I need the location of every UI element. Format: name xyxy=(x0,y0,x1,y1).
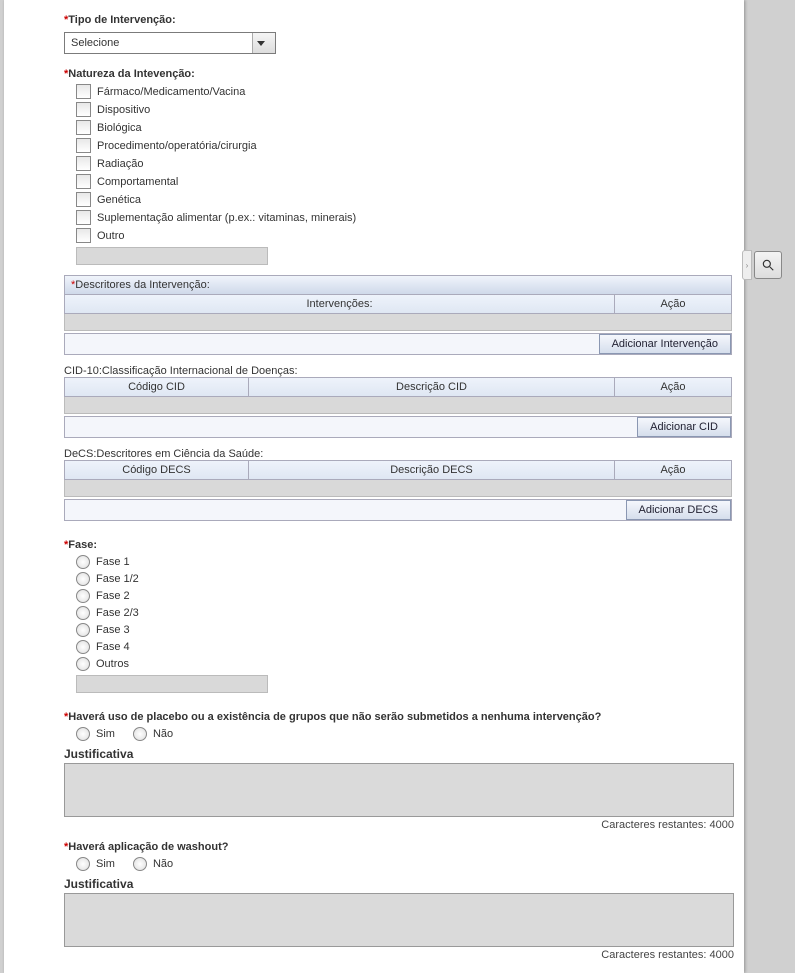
justificativa-label: Justificativa xyxy=(64,747,732,761)
fase-label: *Fase: xyxy=(64,539,732,551)
checkbox[interactable] xyxy=(76,156,91,171)
col-header: Ação xyxy=(614,378,731,396)
cid-label: CID-10:Classificação Internacional de Do… xyxy=(64,365,732,377)
radio-label: Não xyxy=(153,858,173,870)
col-header: Ação xyxy=(614,295,731,313)
checkbox[interactable] xyxy=(76,228,91,243)
radio[interactable] xyxy=(76,657,90,671)
char-counter: Caracteres restantes: 4000 xyxy=(64,949,734,961)
checkbox[interactable] xyxy=(76,174,91,189)
decs-label: DeCS:Descritores em Ciência da Saúde: xyxy=(64,448,732,460)
checkbox-label: Outro xyxy=(97,230,125,242)
fase-radio-group: Fase 1 Fase 1/2 Fase 2 Fase 2/3 Fase 3 F… xyxy=(76,555,732,671)
radio-label: Sim xyxy=(96,858,115,870)
checkbox[interactable] xyxy=(76,210,91,225)
radio[interactable] xyxy=(76,623,90,637)
radio-nao[interactable] xyxy=(133,727,147,741)
justificativa-label: Justificativa xyxy=(64,877,732,891)
col-header: Código CID xyxy=(65,378,248,396)
chevron-down-icon xyxy=(252,33,275,53)
table-row xyxy=(64,314,732,331)
checkbox-label: Dispositivo xyxy=(97,104,150,116)
washout-label: *Haverá aplicação de washout? xyxy=(64,841,732,853)
radio[interactable] xyxy=(76,572,90,586)
fase-outros-input xyxy=(76,675,268,693)
checkbox-label: Radiação xyxy=(97,158,143,170)
checkbox-label: Fármaco/Medicamento/Vacina xyxy=(97,86,245,98)
checkbox[interactable] xyxy=(76,192,91,207)
zoom-button[interactable] xyxy=(754,251,782,279)
checkbox-label: Comportamental xyxy=(97,176,178,188)
radio-label: Fase 2 xyxy=(96,590,130,602)
radio-label: Fase 1 xyxy=(96,556,130,568)
checkbox-label: Biológica xyxy=(97,122,142,134)
radio-label: Não xyxy=(153,728,173,740)
radio-label: Sim xyxy=(96,728,115,740)
radio-label: Fase 1/2 xyxy=(96,573,139,585)
col-header: Código DECS xyxy=(65,461,248,479)
col-header: Ação xyxy=(614,461,731,479)
checkbox[interactable] xyxy=(76,84,91,99)
natureza-label: *Natureza da Intevenção: xyxy=(64,68,732,80)
radio-nao[interactable] xyxy=(133,857,147,871)
checkbox[interactable] xyxy=(76,138,91,153)
descritores-table: *Descritores da Intervenção: Intervençõe… xyxy=(64,275,732,355)
radio-sim[interactable] xyxy=(76,857,90,871)
radio[interactable] xyxy=(76,589,90,603)
radio-label: Outros xyxy=(96,658,129,670)
radio-label: Fase 3 xyxy=(96,624,130,636)
col-header: Descrição CID xyxy=(248,378,614,396)
checkbox-label: Suplementação alimentar (p.ex.: vitamina… xyxy=(97,212,356,224)
descritores-title: *Descritores da Intervenção: xyxy=(64,275,732,295)
natureza-checkbox-group: Fármaco/Medicamento/Vacina Dispositivo B… xyxy=(76,84,732,243)
add-cid-button[interactable]: Adicionar CID xyxy=(637,417,731,437)
table-row xyxy=(64,480,732,497)
placebo-label: *Haverá uso de placebo ou a existência d… xyxy=(64,711,732,723)
checkbox[interactable] xyxy=(76,102,91,117)
radio[interactable] xyxy=(76,555,90,569)
radio-label: Fase 4 xyxy=(96,641,130,653)
col-header: Intervenções: xyxy=(65,295,614,313)
table-row xyxy=(64,397,732,414)
add-decs-button[interactable]: Adicionar DECS xyxy=(626,500,731,520)
radio-label: Fase 2/3 xyxy=(96,607,139,619)
magnifier-icon xyxy=(761,258,775,272)
checkbox-label: Procedimento/operatória/cirurgia xyxy=(97,140,257,152)
radio-sim[interactable] xyxy=(76,727,90,741)
washout-justificativa-textarea[interactable] xyxy=(64,893,734,947)
char-counter: Caracteres restantes: 4000 xyxy=(64,819,734,831)
checkbox-label: Genética xyxy=(97,194,141,206)
col-header: Descrição DECS xyxy=(248,461,614,479)
radio[interactable] xyxy=(76,606,90,620)
placebo-justificativa-textarea[interactable] xyxy=(64,763,734,817)
radio[interactable] xyxy=(76,640,90,654)
checkbox[interactable] xyxy=(76,120,91,135)
natureza-outro-input xyxy=(76,247,268,265)
add-intervencao-button[interactable]: Adicionar Intervenção xyxy=(599,334,731,354)
expand-tab-icon[interactable]: › xyxy=(742,250,752,280)
tipo-intervencao-select[interactable]: Selecione xyxy=(64,32,276,54)
tipo-intervencao-label: *Tipo de Intervenção: xyxy=(64,14,732,26)
side-toolbar: › xyxy=(742,250,782,280)
